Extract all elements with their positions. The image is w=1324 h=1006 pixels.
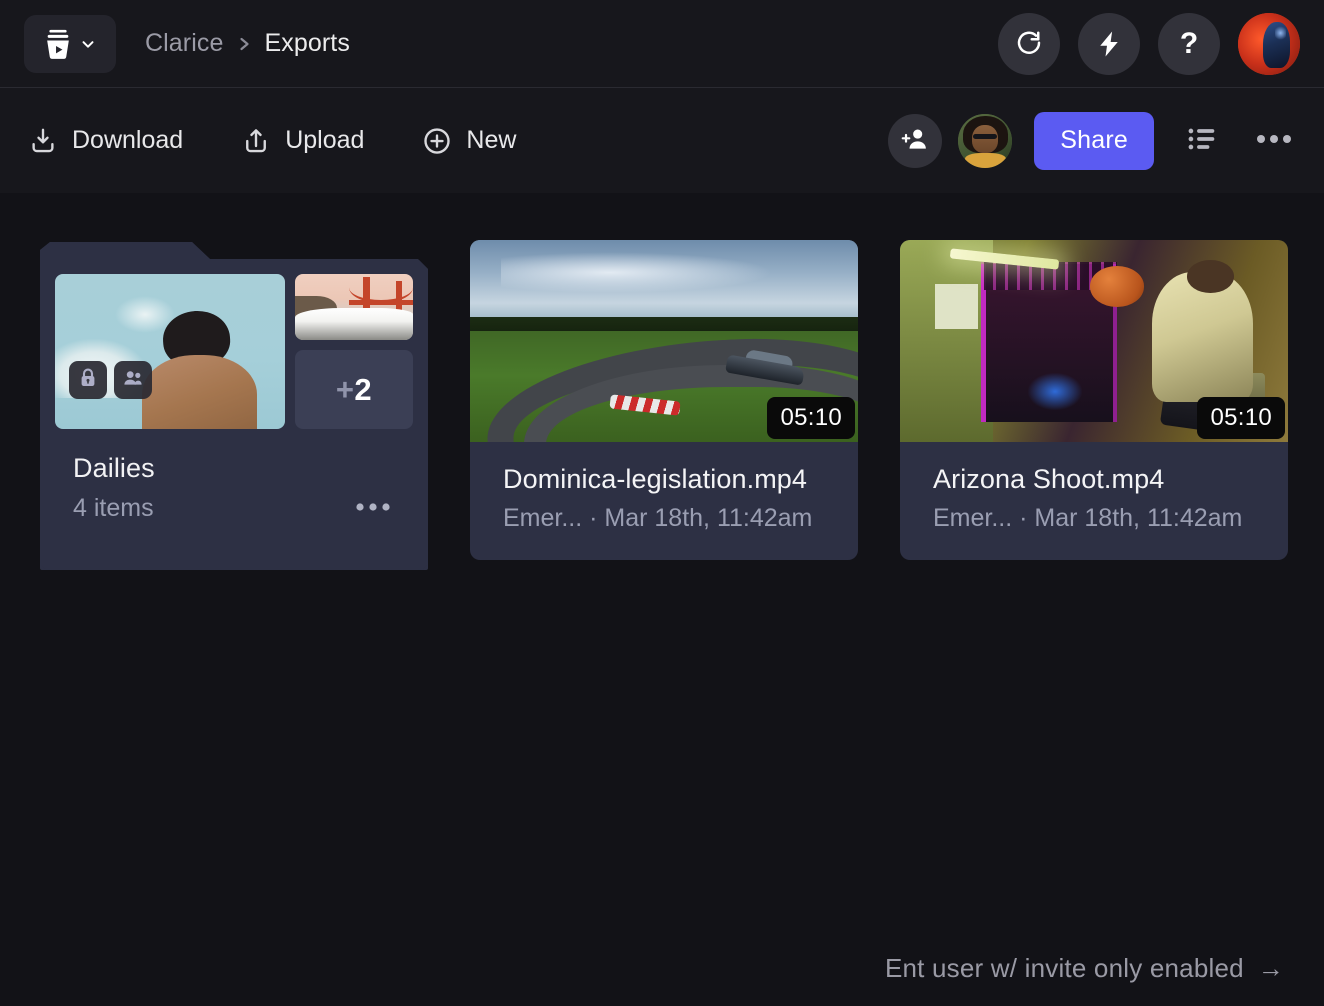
breadcrumb-current[interactable]: Exports: [265, 29, 350, 58]
asset-card[interactable]: 05:10 Arizona Shoot.mp4 Emer... · Mar 18…: [900, 240, 1288, 560]
asset-title: Dominica-legislation.mp4: [503, 464, 808, 494]
folder-more-count: 2: [354, 371, 373, 407]
list-view-button[interactable]: [1178, 115, 1226, 166]
footer-note[interactable]: Ent user w/ invite only enabled →: [885, 953, 1284, 984]
asset-subtitle: Emer... · Mar 18th, 11:42am: [503, 504, 813, 532]
account-avatar[interactable]: [1238, 12, 1300, 75]
add-person-icon: [901, 125, 929, 156]
download-button[interactable]: Download: [24, 120, 187, 162]
download-icon: [28, 126, 58, 156]
folder-meta: Dailies 4 items: [40, 429, 428, 523]
folder-badges: [69, 361, 152, 399]
asset-meta: Arizona Shoot.mp4 Emer... · Mar 18th, 11…: [900, 442, 1288, 560]
frameio-bucket-play-icon: [43, 28, 73, 60]
breadcrumb: Clarice Exports: [145, 29, 350, 58]
question-mark-icon: ?: [1179, 26, 1199, 60]
more-horizontal-icon: [355, 501, 391, 516]
refresh-button[interactable]: [998, 12, 1060, 75]
folder-more-count-tile: +2: [295, 350, 413, 429]
refresh-clockwise-icon: [1014, 29, 1044, 59]
collaborator-avatar[interactable]: [958, 113, 1013, 168]
folder-thumb-secondary: [295, 274, 413, 340]
arrow-right-icon: →: [1257, 953, 1284, 983]
lightning-bolt-icon: [1094, 29, 1124, 59]
lock-badge[interactable]: [69, 361, 107, 399]
header-actions: ?: [998, 12, 1300, 75]
workspace-switcher-button[interactable]: [24, 14, 116, 73]
footer-note-text: Ent user w/ invite only enabled: [884, 953, 1244, 983]
chevron-right-icon: [238, 34, 251, 54]
invite-people-button[interactable]: [888, 113, 943, 168]
asset-grid: +2 Dailies 4 items 05:10 Dominica-legisl…: [40, 240, 1288, 570]
new-label: New: [466, 126, 517, 154]
folder-more-plus: +: [335, 371, 355, 407]
folder-thumbnails: +2: [40, 240, 428, 429]
folder-title: Dailies: [73, 453, 155, 483]
asset-title: Arizona Shoot.mp4: [933, 464, 1165, 494]
lock-icon: [78, 367, 98, 394]
upload-icon: [241, 126, 271, 156]
asset-thumbnail: 05:10: [900, 240, 1288, 442]
action-toolbar: Download Upload New Share: [0, 88, 1324, 193]
asset-meta: Dominica-legislation.mp4 Emer... · Mar 1…: [470, 442, 858, 560]
asset-duration-badge: 05:10: [1197, 397, 1285, 439]
quick-actions-button[interactable]: [1078, 12, 1140, 75]
asset-thumbnail: 05:10: [470, 240, 858, 442]
plus-circle-icon: [422, 126, 452, 156]
app-header: Clarice Exports ?: [0, 0, 1324, 88]
folder-item-count: 4 items: [73, 494, 154, 522]
folder-overflow-button[interactable]: [351, 497, 395, 520]
folder-thumb-primary: [55, 274, 285, 429]
help-button[interactable]: ?: [1158, 12, 1220, 75]
download-label: Download: [72, 126, 184, 154]
chevron-down-icon: [79, 35, 97, 53]
shared-badge[interactable]: [114, 361, 152, 399]
content-area: +2 Dailies 4 items 05:10 Dominica-legisl…: [0, 193, 1324, 1006]
more-horizontal-icon: [1256, 132, 1292, 149]
asset-subtitle: Emer... · Mar 18th, 11:42am: [933, 504, 1243, 532]
toolbar-overflow-button[interactable]: [1248, 124, 1300, 157]
upload-label: Upload: [285, 126, 365, 154]
share-button[interactable]: Share: [1034, 111, 1154, 170]
folder-card-dailies[interactable]: +2 Dailies 4 items: [40, 240, 428, 570]
list-view-icon: [1186, 123, 1218, 158]
toolbar-right-group: Share: [888, 111, 1300, 170]
breadcrumb-parent[interactable]: Clarice: [145, 29, 224, 58]
asset-card[interactable]: 05:10 Dominica-legislation.mp4 Emer... ·…: [470, 240, 858, 560]
new-button[interactable]: New: [418, 120, 520, 162]
asset-duration-badge: 05:10: [767, 397, 855, 439]
upload-button[interactable]: Upload: [237, 120, 368, 162]
people-group-icon: [122, 368, 144, 393]
